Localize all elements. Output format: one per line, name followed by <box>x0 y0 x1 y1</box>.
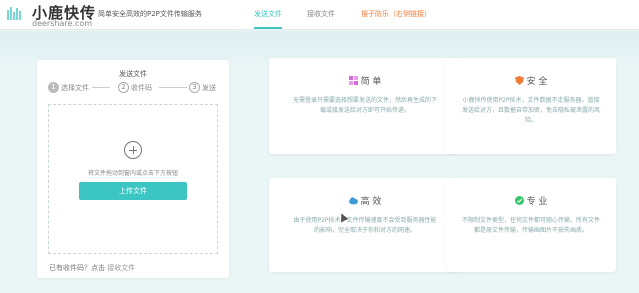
feature-description: 小鹿快传使用P2P技术，文件数据不走服务器，直接发送给对方，且数据自带加密，免去… <box>461 97 600 124</box>
feature-card-professional: 专 业 不限制文件类型，任何文件都可随心传输，所有文件都是原文件传输，传输画图片… <box>446 178 616 272</box>
feature-card-efficient: 高 效 由于使用P2P技术，文件传输速度不会受到服务器性能的影响，完全取决于你和… <box>269 178 461 272</box>
feature-title-text: 高 效 <box>360 197 382 207</box>
shield-icon <box>514 76 524 85</box>
slogan: 简单安全高效的P2P文件传输服务 <box>98 10 202 18</box>
send-file-card: 发送文件 1 选择文件 2 收件码 3 发送 将文件拖动到窗内或点击下方按钮 上… <box>37 60 229 278</box>
feature-card-secure: 安 全 小鹿快传使用P2P技术，文件数据不走服务器，直接发送给对方，且数据自带加… <box>446 58 616 154</box>
feature-card-simple: 简 单 无需登录只需要选择想要发送的文件，然后再生成的下载或接发送给对方即可开始… <box>269 58 461 154</box>
top-header: 小鹿快传 deershare.com 简单安全高效的P2P文件传输服务 发送文件… <box>0 0 639 30</box>
receive-prompt: 已有收件码？点击 接收文件 <box>49 263 135 273</box>
nav-send[interactable]: 发送文件 <box>254 9 282 19</box>
deer-antler-icon <box>7 7 21 20</box>
step-number: 3 <box>189 82 200 93</box>
step-number: 2 <box>118 82 129 93</box>
nav-active-underline <box>254 27 282 29</box>
feature-title-text: 安 全 <box>526 77 548 87</box>
feature-description: 不限制文件类型，任何文件都可随心传输，所有文件都是原文件传输，传输画图片不损失画… <box>461 217 600 234</box>
send-card-title: 发送文件 <box>119 70 147 78</box>
feature-title-text: 专 业 <box>526 197 548 207</box>
logo[interactable]: 小鹿快传 deershare.com <box>6 2 96 28</box>
check-circle-icon <box>514 196 524 205</box>
step-number: 1 <box>48 82 59 93</box>
receive-prompt-text: 已有收件码？点击 <box>49 264 105 272</box>
file-dropzone[interactable] <box>48 104 218 254</box>
receive-file-link[interactable]: 接收文件 <box>107 264 135 272</box>
feature-description: 由于使用P2P技术，文件传输速度不会受到服务器性能的影响，完全取决于你和对方的网… <box>293 217 437 234</box>
feature-title: 简 单 <box>269 74 461 87</box>
add-file-icon[interactable] <box>124 141 142 159</box>
step-connector <box>159 87 187 88</box>
feature-title: 专 业 <box>446 194 616 207</box>
logo-domain: deershare.com <box>32 19 93 28</box>
feature-title: 安 全 <box>446 74 616 87</box>
step-label: 收件码 <box>131 84 152 92</box>
step-connector <box>92 87 110 88</box>
feature-description: 无需登录只需要选择想要发送的文件，然后再生成的下载或接发送给对方即可开始传递。 <box>292 97 437 114</box>
nav-promo-link[interactable]: 搜子防乐（右侧链接） <box>361 9 431 19</box>
grid-icon <box>348 76 358 85</box>
upload-file-button[interactable]: 上传文件 <box>79 182 187 200</box>
step-label: 发送 <box>202 84 216 92</box>
feature-title-text: 简 单 <box>360 77 382 87</box>
nav-receive[interactable]: 接收文件 <box>307 9 335 19</box>
feature-title: 高 效 <box>269 194 461 207</box>
cloud-icon <box>348 197 358 205</box>
dropzone-hint: 将文件拖动到窗内或点击下方按钮 <box>87 170 178 177</box>
step-label: 选择文件 <box>61 84 89 92</box>
